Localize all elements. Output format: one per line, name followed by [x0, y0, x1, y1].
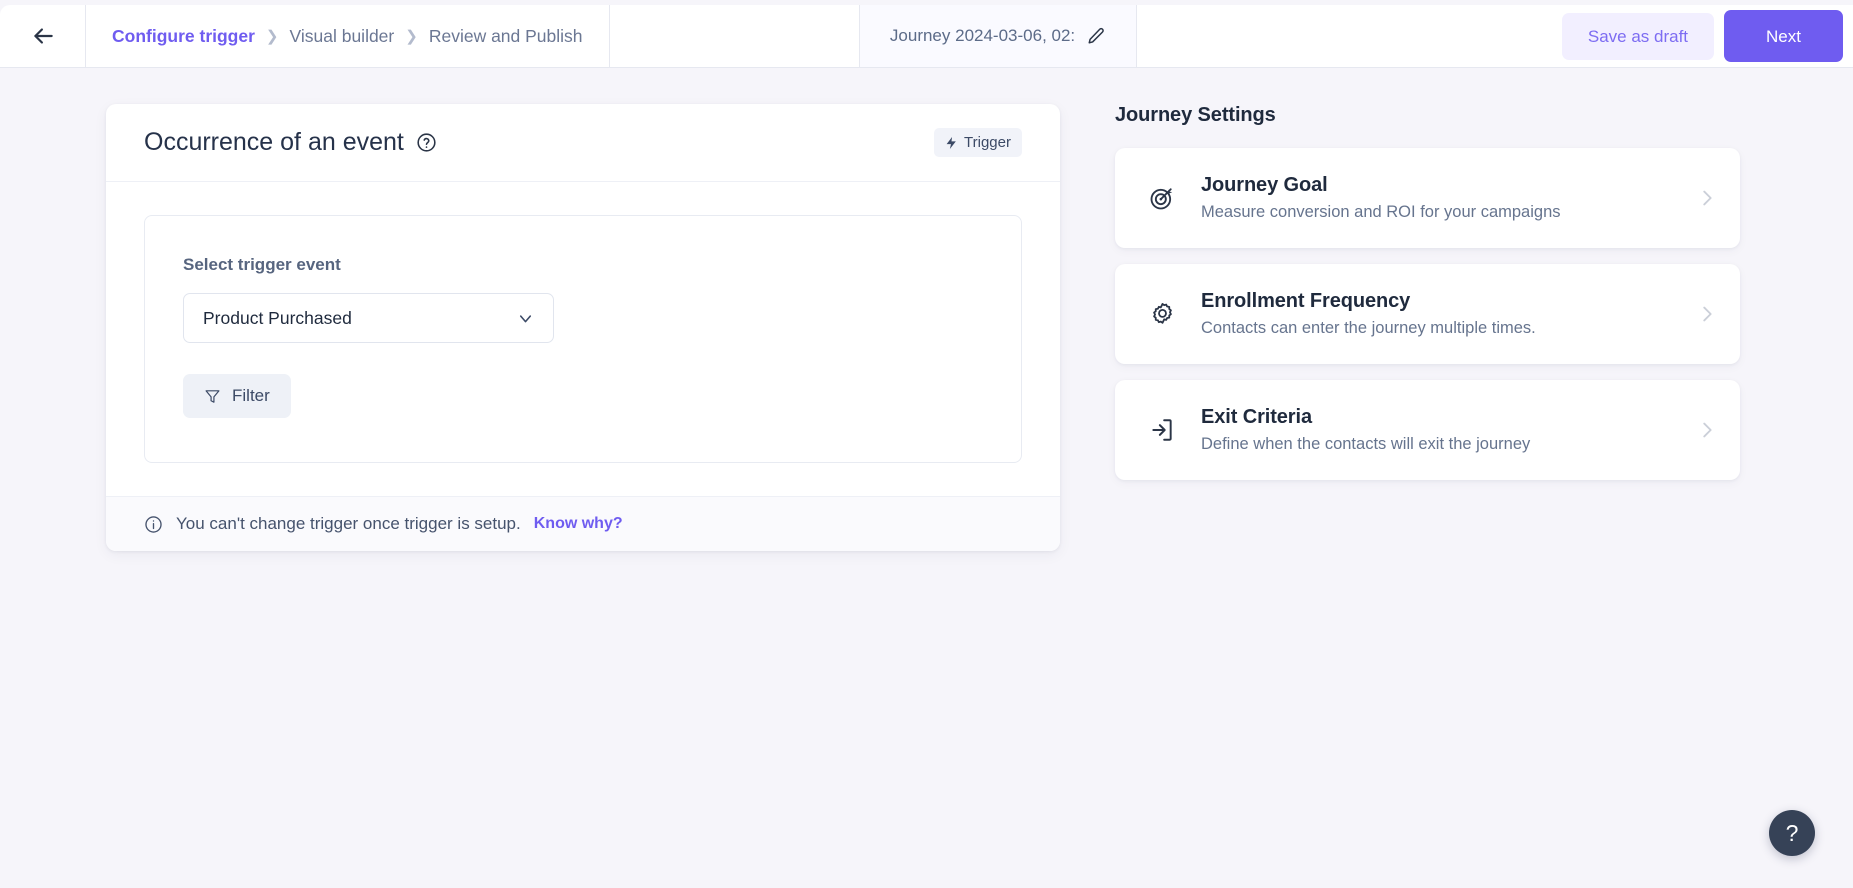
main-content: Occurrence of an event Trigger Select tr…: [0, 68, 1853, 888]
status-badge-label: Trigger: [964, 134, 1011, 151]
trigger-lock-note: You can't change trigger once trigger is…: [176, 514, 521, 533]
trigger-event-panel: Select trigger event Product Purchased F…: [144, 215, 1022, 463]
trigger-card: Occurrence of an event Trigger Select tr…: [106, 104, 1060, 551]
journey-name-field[interactable]: Journey 2024-03-06, 02:: [859, 5, 1137, 67]
arrow-left-icon: [30, 23, 56, 49]
chevron-right-icon: [1696, 187, 1718, 209]
question-circle-icon[interactable]: [416, 132, 437, 153]
setting-texts: Journey Goal Measure conversion and ROI …: [1201, 174, 1696, 222]
status-badge: Trigger: [934, 128, 1022, 157]
chevron-right-icon: ❯: [265, 27, 279, 45]
exit-arrow-icon: [1144, 417, 1180, 443]
topbar-spacer: [610, 5, 860, 67]
info-circle-icon: [144, 515, 163, 534]
setting-name: Enrollment Frequency: [1201, 290, 1411, 312]
question-mark-icon: ?: [1785, 819, 1799, 846]
journey-settings-title: Journey Settings: [1115, 104, 1276, 126]
setting-name: Journey Goal: [1201, 174, 1328, 196]
next-button[interactable]: Next: [1724, 10, 1843, 62]
setting-description: Measure conversion and ROI for your camp…: [1201, 203, 1561, 221]
save-as-draft-button[interactable]: Save as draft: [1561, 12, 1715, 60]
trigger-card-body: Select trigger event Product Purchased F…: [106, 182, 1060, 496]
lightning-bolt-icon: [945, 135, 958, 151]
topbar-actions: Save as draft Next: [1137, 5, 1853, 67]
know-why-link[interactable]: Know why?: [534, 515, 623, 533]
top-bar: Configure trigger ❯ Visual builder ❯ Rev…: [0, 5, 1853, 68]
breadcrumb-item-configure-trigger[interactable]: Configure trigger: [112, 26, 255, 47]
setting-name: Exit Criteria: [1201, 406, 1312, 428]
breadcrumb-item-visual-builder[interactable]: Visual builder: [290, 26, 395, 47]
help-button[interactable]: ?: [1769, 810, 1815, 856]
setting-texts: Exit Criteria Define when the contacts w…: [1201, 406, 1696, 454]
gear-icon: [1144, 301, 1180, 328]
app-viewport: Configure trigger ❯ Visual builder ❯ Rev…: [0, 0, 1853, 888]
filter-button[interactable]: Filter: [183, 374, 291, 418]
chevron-down-icon: [516, 309, 535, 328]
back-button[interactable]: [0, 5, 86, 67]
setting-description: Define when the contacts will exit the j…: [1201, 435, 1531, 453]
setting-card-enrollment-frequency[interactable]: Enrollment Frequency Contacts can enter …: [1115, 264, 1740, 364]
filter-button-label: Filter: [232, 386, 270, 405]
trigger-event-select[interactable]: Product Purchased: [183, 293, 554, 343]
target-icon: [1144, 184, 1180, 212]
select-trigger-event-label: Select trigger event: [183, 255, 341, 274]
funnel-icon: [204, 388, 221, 405]
chevron-right-icon: [1696, 303, 1718, 325]
setting-card-journey-goal[interactable]: Journey Goal Measure conversion and ROI …: [1115, 148, 1740, 248]
trigger-title-group: Occurrence of an event: [144, 128, 437, 157]
page-title: Occurrence of an event: [144, 128, 404, 156]
journey-name-label: Journey 2024-03-06, 02:: [889, 26, 1076, 45]
trigger-card-header: Occurrence of an event Trigger: [106, 104, 1060, 182]
breadcrumb: Configure trigger ❯ Visual builder ❯ Rev…: [86, 5, 610, 67]
setting-card-exit-criteria[interactable]: Exit Criteria Define when the contacts w…: [1115, 380, 1740, 480]
setting-description: Contacts can enter the journey multiple …: [1201, 319, 1536, 337]
pencil-icon[interactable]: [1087, 27, 1105, 45]
setting-texts: Enrollment Frequency Contacts can enter …: [1201, 290, 1696, 338]
trigger-event-select-value: Product Purchased: [203, 307, 352, 328]
breadcrumb-item-review-and-publish[interactable]: Review and Publish: [429, 26, 583, 47]
trigger-card-footer: You can't change trigger once trigger is…: [106, 496, 1060, 551]
journey-settings-panel: Journey Settings Journey Goal Measure co…: [1115, 104, 1740, 496]
chevron-right-icon: [1696, 419, 1718, 441]
chevron-right-icon: ❯: [405, 27, 418, 45]
